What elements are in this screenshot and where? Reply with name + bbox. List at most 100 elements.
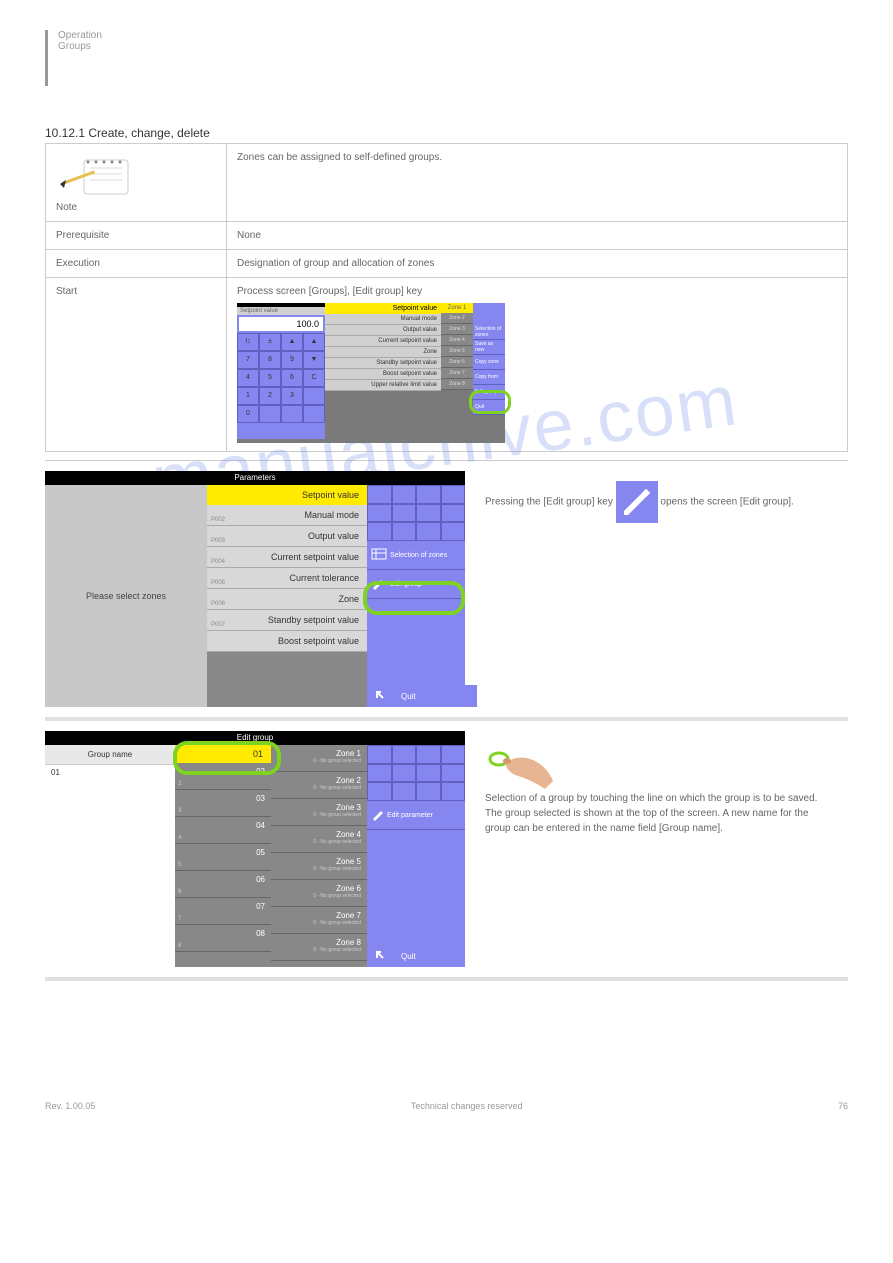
group-row[interactable]: 808 bbox=[175, 925, 271, 952]
highlight-circle bbox=[469, 390, 511, 414]
param-row[interactable]: Zone bbox=[325, 347, 441, 358]
edit-parameter-button[interactable]: Edit parameter bbox=[367, 801, 465, 830]
step3-text: Selection of a group by touching the lin… bbox=[485, 791, 828, 836]
zone-row[interactable]: Zone 5 bbox=[441, 346, 473, 357]
param-row[interactable]: Manual mode bbox=[325, 314, 441, 325]
step2-text2: opens the screen [Edit group]. bbox=[660, 497, 793, 508]
param-row[interactable]: Current toleranceP005 bbox=[207, 568, 367, 589]
keypad-key[interactable]: I↕ bbox=[237, 333, 259, 351]
start-label: Start bbox=[46, 278, 227, 452]
zone-row[interactable]: Zone 7 bbox=[441, 368, 473, 379]
footer-rev: Rev. 1.00.05 bbox=[45, 1101, 95, 1111]
keypad-key[interactable] bbox=[259, 405, 281, 423]
zone-row[interactable]: Zone 20 - No group selected bbox=[271, 772, 367, 799]
param-row[interactable]: Manual modeP002 bbox=[207, 505, 367, 526]
quit-button[interactable]: Quit bbox=[367, 685, 477, 707]
keypad-key[interactable]: 7 bbox=[237, 351, 259, 369]
keypad-key[interactable]: 8 bbox=[259, 351, 281, 369]
header-bar bbox=[45, 30, 48, 86]
screenshot-parameters-small: Setpoint value 100.0 I↕±▲▲789▼456C1230 S… bbox=[237, 303, 505, 443]
group-name-header[interactable]: Group name bbox=[45, 745, 175, 765]
group-row[interactable]: 505 bbox=[175, 844, 271, 871]
zone-row[interactable]: Zone 30 - No group selected bbox=[271, 799, 367, 826]
zone-row[interactable]: Zone 40 - No group selected bbox=[271, 826, 367, 853]
page-header: Operation Groups bbox=[45, 30, 848, 86]
param-row[interactable]: Output valueP003 bbox=[207, 526, 367, 547]
zone-row[interactable]: Zone 2 bbox=[441, 313, 473, 324]
param-row[interactable]: Boost setpoint value bbox=[207, 631, 367, 652]
keypad-key[interactable]: ▲ bbox=[303, 333, 325, 351]
zone-row[interactable]: Zone 80 - No group selected bbox=[271, 934, 367, 961]
side-button[interactable]: Save as new bbox=[473, 340, 505, 355]
keypad[interactable]: Setpoint value 100.0 I↕±▲▲789▼456C1230 bbox=[237, 307, 325, 439]
selection-zones-button[interactable]: Selection of zones bbox=[367, 541, 465, 570]
keypad-key[interactable] bbox=[281, 405, 303, 423]
keypad-key[interactable]: 9 bbox=[281, 351, 303, 369]
param-row[interactable]: Standby setpoint valueP007 bbox=[207, 610, 367, 631]
param-row[interactable]: Setpoint valueP001 bbox=[207, 485, 367, 505]
header-line2: Groups bbox=[58, 41, 102, 52]
param-row[interactable]: Standby setpoint value bbox=[325, 358, 441, 369]
exec-label: Execution bbox=[46, 250, 227, 278]
param-row[interactable]: Current setpoint valueP004 bbox=[207, 547, 367, 568]
keypad-display: 100.0 bbox=[239, 317, 323, 331]
quit-button[interactable]: Quit bbox=[367, 945, 465, 967]
group-row[interactable]: 303 bbox=[175, 790, 271, 817]
group-row[interactable]: 404 bbox=[175, 817, 271, 844]
screenshot-parameters-large: Parameters Please select zones Setpoint … bbox=[45, 471, 465, 707]
zone-grid[interactable] bbox=[367, 745, 465, 801]
group-row[interactable]: 606 bbox=[175, 871, 271, 898]
header-line1: Operation bbox=[58, 30, 102, 41]
keypad-key[interactable]: ▲ bbox=[281, 333, 303, 351]
param-row[interactable]: Upper relative limit value bbox=[325, 380, 441, 391]
zone-row[interactable]: Zone 10 - No group selected bbox=[271, 745, 367, 772]
param-row[interactable]: ZoneP006 bbox=[207, 589, 367, 610]
zone-row[interactable]: Zone 70 - No group selected bbox=[271, 907, 367, 934]
footer-page: 76 bbox=[838, 1101, 848, 1111]
param-row[interactable]: Boost setpoint value bbox=[325, 369, 441, 380]
side-button[interactable]: Selection of zones bbox=[473, 325, 505, 340]
keypad-key[interactable]: 5 bbox=[259, 369, 281, 387]
exec-text: Designation of group and allocation of z… bbox=[227, 250, 848, 278]
param-row[interactable]: Output value bbox=[325, 325, 441, 336]
keypad-key[interactable]: ± bbox=[259, 333, 281, 351]
highlight-circle bbox=[363, 581, 465, 615]
zone-row[interactable]: Zone 1 bbox=[441, 303, 473, 313]
keypad-key[interactable]: 6 bbox=[281, 369, 303, 387]
group-name-value: 01 bbox=[45, 765, 175, 780]
keypad-key[interactable]: 0 bbox=[237, 405, 259, 423]
edit-group-icon bbox=[616, 481, 658, 523]
section-title: 10.12.1 Create, change, delete bbox=[45, 126, 848, 140]
keypad-key[interactable] bbox=[303, 387, 325, 405]
zone-row[interactable]: Zone 50 - No group selected bbox=[271, 853, 367, 880]
start-text: Process screen [Groups], [Edit group] ke… bbox=[237, 286, 837, 297]
zone-select-area[interactable]: Please select zones bbox=[45, 485, 207, 707]
side-button[interactable]: Copy zone bbox=[473, 355, 505, 370]
zone-row[interactable]: Zone 6 bbox=[441, 357, 473, 368]
prereq-text: None bbox=[227, 222, 848, 250]
param-row[interactable]: Current setpoint value bbox=[325, 336, 441, 347]
group-row[interactable]: 707 bbox=[175, 898, 271, 925]
zone-grid[interactable] bbox=[473, 303, 505, 325]
keypad-key[interactable] bbox=[303, 405, 325, 423]
keypad-key[interactable]: 1 bbox=[237, 387, 259, 405]
highlight-circle bbox=[173, 741, 281, 775]
note-label: Note bbox=[56, 202, 216, 213]
keypad-key[interactable]: 2 bbox=[259, 387, 281, 405]
zone-row[interactable]: Zone 8 bbox=[441, 379, 473, 390]
note-text: Zones can be assigned to self-defined gr… bbox=[227, 144, 848, 222]
step2-text1: Pressing the [Edit group] key bbox=[485, 497, 613, 508]
keypad-key[interactable]: ▼ bbox=[303, 351, 325, 369]
zone-row[interactable]: Zone 4 bbox=[441, 335, 473, 346]
page-footer: Rev. 1.00.05 Technical changes reserved … bbox=[45, 1101, 848, 1111]
keypad-key[interactable]: C bbox=[303, 369, 325, 387]
screenshot-edit-group: Edit group Group name 01 01 202303404505… bbox=[45, 731, 465, 967]
keypad-key[interactable]: 3 bbox=[281, 387, 303, 405]
zone-row[interactable]: Zone 3 bbox=[441, 324, 473, 335]
prereq-label: Prerequisite bbox=[46, 222, 227, 250]
keypad-key[interactable]: 4 bbox=[237, 369, 259, 387]
footer-center: Technical changes reserved bbox=[411, 1101, 523, 1111]
zone-grid[interactable] bbox=[367, 485, 465, 541]
side-button[interactable]: Copy from bbox=[473, 370, 505, 385]
zone-row[interactable]: Zone 60 - No group selected bbox=[271, 880, 367, 907]
